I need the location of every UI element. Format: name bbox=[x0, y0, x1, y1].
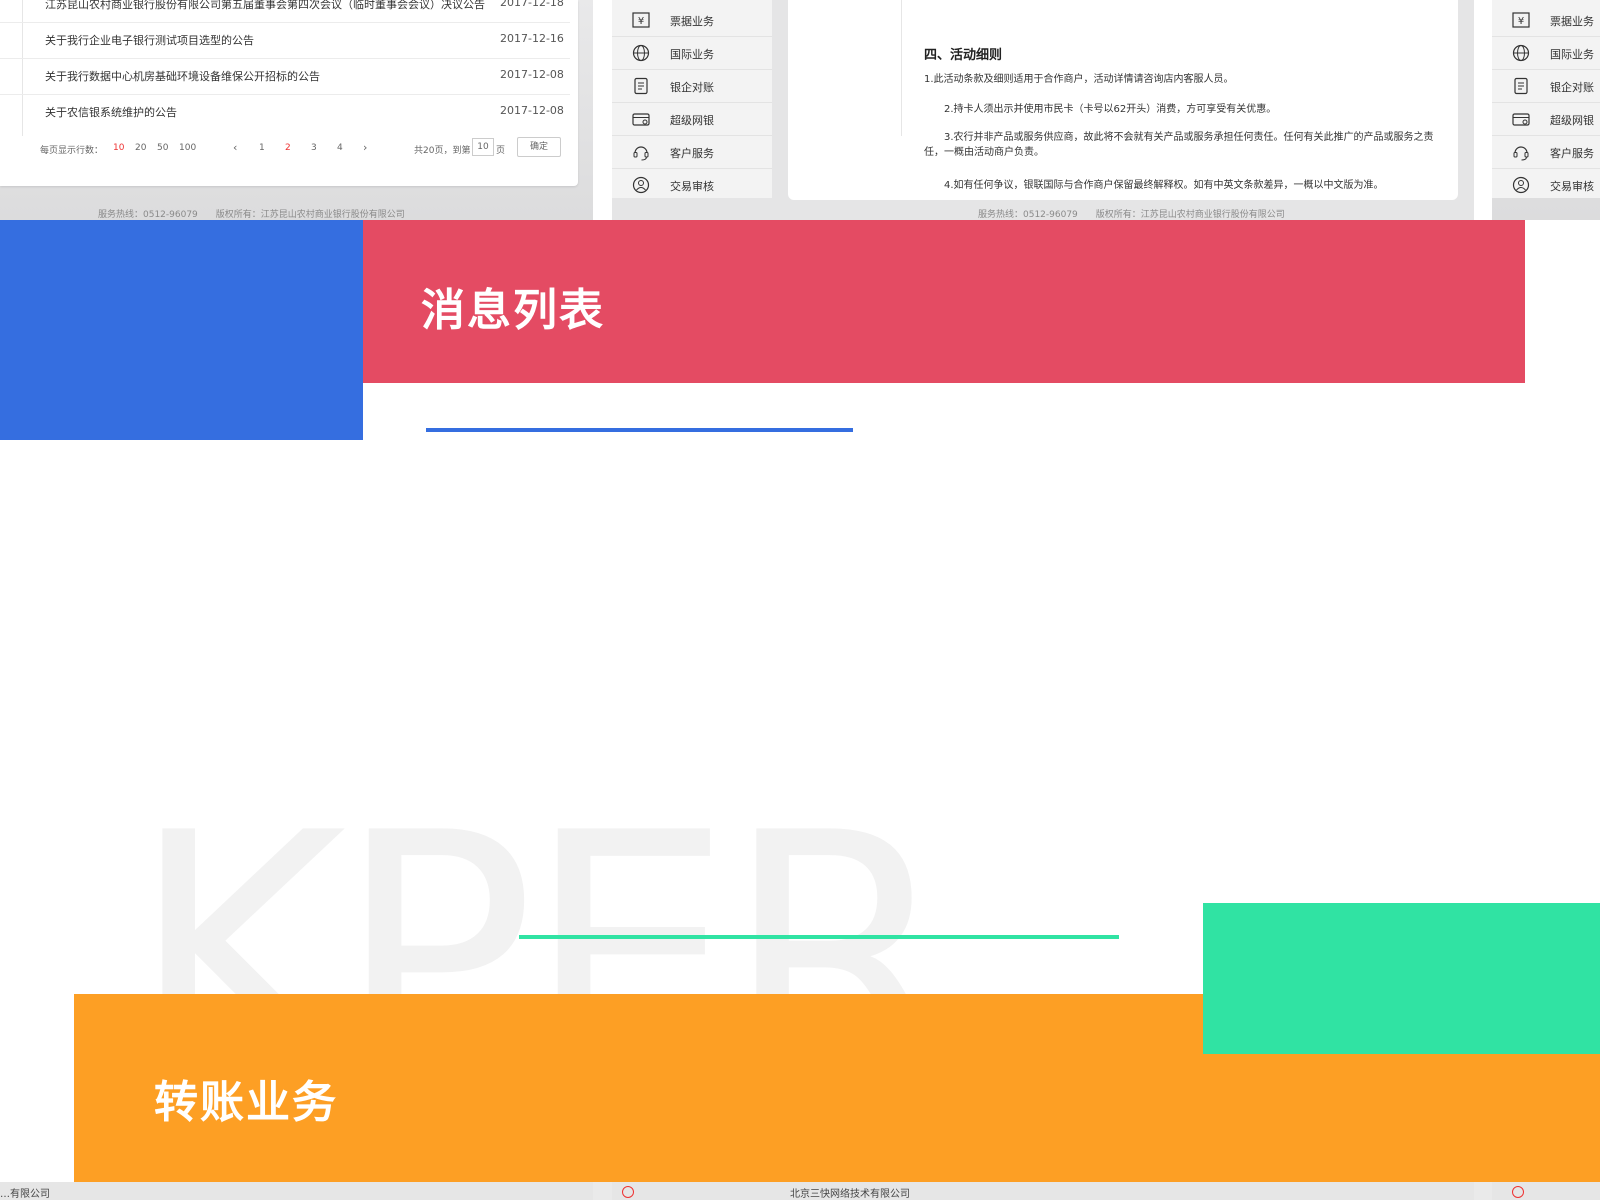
sidebar-item-label: 银企对账 bbox=[670, 81, 714, 94]
sidebar-item-bills[interactable]: ¥ 票据业务 bbox=[612, 4, 772, 37]
page-link[interactable]: 4 bbox=[337, 143, 343, 153]
sidebar-item-customer-service[interactable]: 客户服务 bbox=[1492, 136, 1600, 169]
article-paragraph: 1.此活动条款及细则适用于合作商户，活动详情请咨询店内客服人员。 bbox=[924, 74, 1234, 85]
news-row[interactable]: 关于我行数据中心机房基础环境设备维保公开招标的公告 2017-12-08 bbox=[0, 58, 570, 95]
sidebar-item-bills[interactable]: ¥ 票据业务 bbox=[1492, 4, 1600, 37]
sidebar-item-reconcile[interactable]: 银企对账 bbox=[1492, 70, 1600, 103]
svg-text:¥: ¥ bbox=[1518, 16, 1524, 27]
sidebar-item-label: 超级网银 bbox=[1550, 114, 1594, 127]
sidebar-item-reconcile[interactable]: 银企对账 bbox=[612, 70, 772, 103]
news-title: 江苏昆山农村商业银行股份有限公司第五届董事会第四次会议（临时董事会会议）决议公告 bbox=[45, 0, 485, 11]
card-icon bbox=[632, 113, 650, 126]
card-icon bbox=[1512, 113, 1530, 126]
page-link[interactable]: 3 bbox=[311, 143, 317, 153]
rows-per-page-label: 每页显示行数： bbox=[40, 146, 104, 156]
promo-screen: ¥ 票据业务 国际业务 银企对账 超级网银 客户服务 交易审核 四、活动细则 1… bbox=[612, 0, 1474, 220]
news-date: 2017-12-16 bbox=[500, 32, 564, 45]
article-heading: 四、活动细则 bbox=[924, 48, 1003, 63]
page-link-current[interactable]: 2 bbox=[285, 143, 291, 153]
page-jump-input[interactable]: 10 bbox=[472, 138, 494, 156]
sidebar-item-super-ebank[interactable]: 超级网银 bbox=[612, 103, 772, 136]
document-icon bbox=[634, 77, 648, 95]
news-row[interactable]: 关于农信银系统维护的公告 2017-12-08 bbox=[0, 94, 570, 130]
user-review-icon bbox=[632, 176, 650, 194]
sidebar-item-label: 票据业务 bbox=[670, 15, 714, 28]
globe-icon bbox=[1512, 44, 1530, 62]
card-divider bbox=[901, 0, 902, 136]
sidebar-item-international[interactable]: 国际业务 bbox=[612, 37, 772, 70]
svg-text:¥: ¥ bbox=[638, 16, 644, 27]
globe-icon bbox=[632, 44, 650, 62]
sidebar-item-label: 客户服务 bbox=[670, 147, 714, 160]
news-title: 关于农信银系统维护的公告 bbox=[45, 106, 177, 119]
page-link[interactable]: 1 bbox=[259, 143, 265, 153]
news-date: 2017-12-18 bbox=[500, 0, 564, 9]
yen-bill-icon: ¥ bbox=[1512, 12, 1530, 28]
rows-option[interactable]: 20 bbox=[135, 143, 146, 153]
blue-block bbox=[0, 220, 363, 440]
sidebar-item-label: 交易审核 bbox=[670, 180, 714, 193]
blue-accent-line bbox=[426, 428, 853, 432]
article-card: 四、活动细则 1.此活动条款及细则适用于合作商户，活动详情请咨询店内客服人员。 … bbox=[788, 0, 1458, 200]
news-title: 关于我行企业电子银行测试项目选型的公告 bbox=[45, 34, 254, 47]
news-title: 关于我行数据中心机房基础环境设备维保公开招标的公告 bbox=[45, 70, 320, 83]
news-row[interactable]: 江苏昆山农村商业银行股份有限公司第五届董事会第四次会议（临时董事会会议）决议公告… bbox=[0, 0, 570, 23]
news-row[interactable]: 关于我行企业电子银行测试项目选型的公告 2017-12-16 bbox=[0, 22, 570, 59]
rows-option[interactable]: 10 bbox=[113, 143, 124, 153]
sidebar-item-review[interactable]: 交易审核 bbox=[612, 169, 772, 201]
company-name: …有限公司 bbox=[0, 1189, 50, 1200]
bottom-screen-middle: 北京三快网络技术有限公司 bbox=[612, 1182, 1474, 1200]
next-page-icon[interactable]: › bbox=[363, 141, 367, 154]
section-title-message-list: 消息列表 bbox=[421, 285, 605, 336]
page-unit: 页 bbox=[496, 146, 506, 156]
rows-option[interactable]: 50 bbox=[157, 143, 168, 153]
total-pages-text: 共20页，到第 bbox=[414, 146, 471, 156]
document-icon bbox=[1514, 77, 1528, 95]
sidebar: ¥ 票据业务 国际业务 银企对账 超级网银 客户服务 交易审核 bbox=[612, 0, 772, 198]
bottom-screen-left: …有限公司 bbox=[0, 1182, 593, 1200]
article-paragraph: 2.持卡人须出示并使用市民卡（卡号以62开头）消费，方可享受有关优惠。 bbox=[944, 104, 1277, 115]
article-paragraph: 4.如有任何争议，银联国际与合作商户保留最终解释权。如有中英文条款差异，一概以中… bbox=[944, 180, 1384, 191]
sidebar-item-super-ebank[interactable]: 超级网银 bbox=[1492, 103, 1600, 136]
sidebar: ¥ 票据业务 国际业务 银企对账 超级网银 客户服务 交易审核 bbox=[1492, 0, 1600, 198]
sidebar-item-label: 客户服务 bbox=[1550, 147, 1594, 160]
headset-icon bbox=[633, 146, 649, 161]
location-icon bbox=[622, 1186, 634, 1198]
footer-text: 服务热线：0512-96079 版权所有：江苏昆山农村商业银行股份有限公司 bbox=[978, 210, 1285, 220]
headset-icon bbox=[1513, 146, 1529, 161]
news-date: 2017-12-08 bbox=[500, 68, 564, 81]
notice-card: 江苏昆山农村商业银行股份有限公司第五届董事会第四次会议（临时董事会会议）决议公告… bbox=[0, 0, 578, 186]
footer-text: 服务热线：0512-96079 版权所有：江苏昆山农村商业银行股份有限公司 bbox=[98, 210, 405, 220]
sidebar-item-review[interactable]: 交易审核 bbox=[1492, 169, 1600, 201]
article-paragraph: 3.农行并非产品或服务供应商，故此将不会就有关产品或服务承担任何责任。任何有关此… bbox=[924, 132, 1434, 158]
notice-screen: 江苏昆山农村商业银行股份有限公司第五届董事会第四次会议（临时董事会会议）决议公告… bbox=[0, 0, 593, 220]
rows-option[interactable]: 100 bbox=[179, 143, 196, 153]
sidebar-item-label: 国际业务 bbox=[1550, 48, 1594, 61]
company-name: 北京三快网络技术有限公司 bbox=[790, 1189, 910, 1200]
prev-page-icon[interactable]: ‹ bbox=[233, 141, 237, 154]
sidebar-item-label: 国际业务 bbox=[670, 48, 714, 61]
top-screens-strip: 江苏昆山农村商业银行股份有限公司第五届董事会第四次会议（临时董事会会议）决议公告… bbox=[0, 0, 1600, 220]
location-icon bbox=[1512, 1186, 1524, 1198]
red-banner: 消息列表 bbox=[363, 220, 1525, 383]
yen-bill-icon: ¥ bbox=[632, 12, 650, 28]
sidebar-item-label: 银企对账 bbox=[1550, 81, 1594, 94]
bottom-screens-strip: …有限公司 北京三快网络技术有限公司 bbox=[0, 1182, 1600, 1200]
green-block bbox=[1203, 903, 1600, 1054]
sidebar-item-customer-service[interactable]: 客户服务 bbox=[612, 136, 772, 169]
bottom-screen-right bbox=[1492, 1182, 1600, 1200]
green-accent-line bbox=[519, 935, 1119, 939]
sidebar-item-label: 交易审核 bbox=[1550, 180, 1594, 193]
sidebar-item-international[interactable]: 国际业务 bbox=[1492, 37, 1600, 70]
confirm-button[interactable]: 确定 bbox=[517, 137, 561, 157]
sidebar-item-label: 票据业务 bbox=[1550, 15, 1594, 28]
section-title-transfer: 转账业务 bbox=[154, 1077, 338, 1128]
user-review-icon bbox=[1512, 176, 1530, 194]
partial-screen: ¥ 票据业务 国际业务 银企对账 超级网银 客户服务 交易审核 bbox=[1492, 0, 1600, 220]
sidebar-item-label: 超级网银 bbox=[670, 114, 714, 127]
news-date: 2017-12-08 bbox=[500, 104, 564, 117]
